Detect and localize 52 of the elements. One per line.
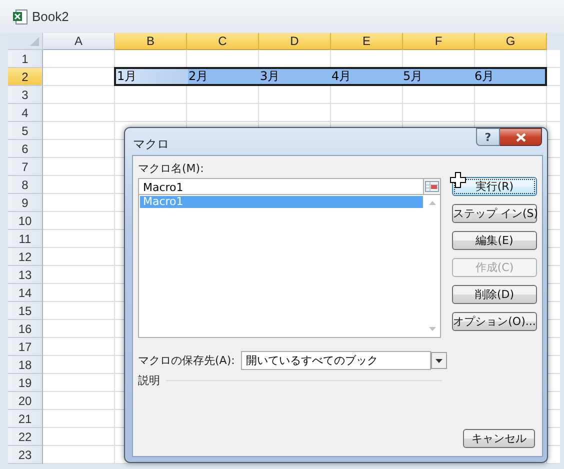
row-header[interactable]: 20 bbox=[8, 392, 43, 410]
column-header[interactable]: C bbox=[187, 33, 259, 50]
row-header[interactable]: 4 bbox=[8, 104, 43, 122]
row-header[interactable]: 18 bbox=[8, 356, 43, 374]
scroll-down-icon[interactable] bbox=[428, 327, 436, 331]
dialog-title: マクロ bbox=[133, 136, 169, 153]
column-header[interactable]: F bbox=[403, 33, 475, 50]
sheet-range-icon[interactable] bbox=[424, 178, 441, 195]
row-header[interactable]: 17 bbox=[8, 338, 43, 356]
column-header[interactable]: G bbox=[475, 33, 547, 50]
row-header[interactable]: 2 bbox=[8, 68, 43, 86]
row-header[interactable]: 8 bbox=[8, 176, 43, 194]
column-header[interactable]: E bbox=[331, 33, 403, 50]
row-header[interactable]: 16 bbox=[8, 320, 43, 338]
row-header[interactable]: 5 bbox=[8, 122, 43, 140]
row-header[interactable]: 7 bbox=[8, 158, 43, 176]
row-header[interactable]: 23 bbox=[8, 446, 43, 464]
description-label: 説明 bbox=[138, 373, 160, 388]
dialog-button[interactable]: ステップ イン(S) bbox=[452, 204, 537, 223]
macro-name-field[interactable]: Macro1 bbox=[138, 178, 424, 195]
row-header[interactable]: 10 bbox=[8, 212, 43, 230]
row-header[interactable]: 11 bbox=[8, 230, 43, 248]
save-location-dropdown[interactable]: 開いているすべてのブック bbox=[240, 351, 431, 370]
row-header[interactable]: 19 bbox=[8, 374, 43, 392]
macro-name-label: マクロ名(M): bbox=[138, 161, 205, 176]
row-header[interactable]: 3 bbox=[8, 86, 43, 104]
row-header[interactable]: 13 bbox=[8, 266, 43, 284]
select-all-icon[interactable] bbox=[30, 37, 39, 46]
dialog-button[interactable]: 編集(E) bbox=[452, 231, 537, 250]
scroll-up-icon[interactable] bbox=[428, 201, 436, 205]
row-header[interactable]: 1 bbox=[8, 50, 43, 68]
row-header[interactable]: 9 bbox=[8, 194, 43, 212]
dialog-button[interactable]: 実行(R) bbox=[452, 177, 537, 196]
column-header[interactable]: D bbox=[259, 33, 331, 50]
column-header[interactable]: B bbox=[115, 33, 187, 50]
help-button[interactable]: ? bbox=[476, 128, 500, 146]
row-header[interactable]: 22 bbox=[8, 428, 43, 446]
row-header[interactable]: 14 bbox=[8, 284, 43, 302]
save-location-label: マクロの保存先(A): bbox=[138, 353, 235, 368]
row-header[interactable]: 21 bbox=[8, 410, 43, 428]
dialog-button[interactable]: オプション(O)... bbox=[452, 312, 537, 331]
column-header[interactable]: A bbox=[43, 33, 115, 50]
spreadsheet-icon bbox=[12, 8, 28, 24]
window-title: Book2 bbox=[32, 9, 69, 24]
row-header[interactable]: 15 bbox=[8, 302, 43, 320]
move-cursor-icon bbox=[450, 172, 466, 188]
row-header[interactable]: 12 bbox=[8, 248, 43, 266]
close-icon[interactable] bbox=[500, 128, 542, 146]
row-header[interactable]: 6 bbox=[8, 140, 43, 158]
cancel-button[interactable]: キャンセル bbox=[463, 429, 535, 448]
dialog-button[interactable]: 削除(D) bbox=[452, 285, 537, 304]
sheet-cell[interactable]: 1月 bbox=[116, 69, 188, 84]
